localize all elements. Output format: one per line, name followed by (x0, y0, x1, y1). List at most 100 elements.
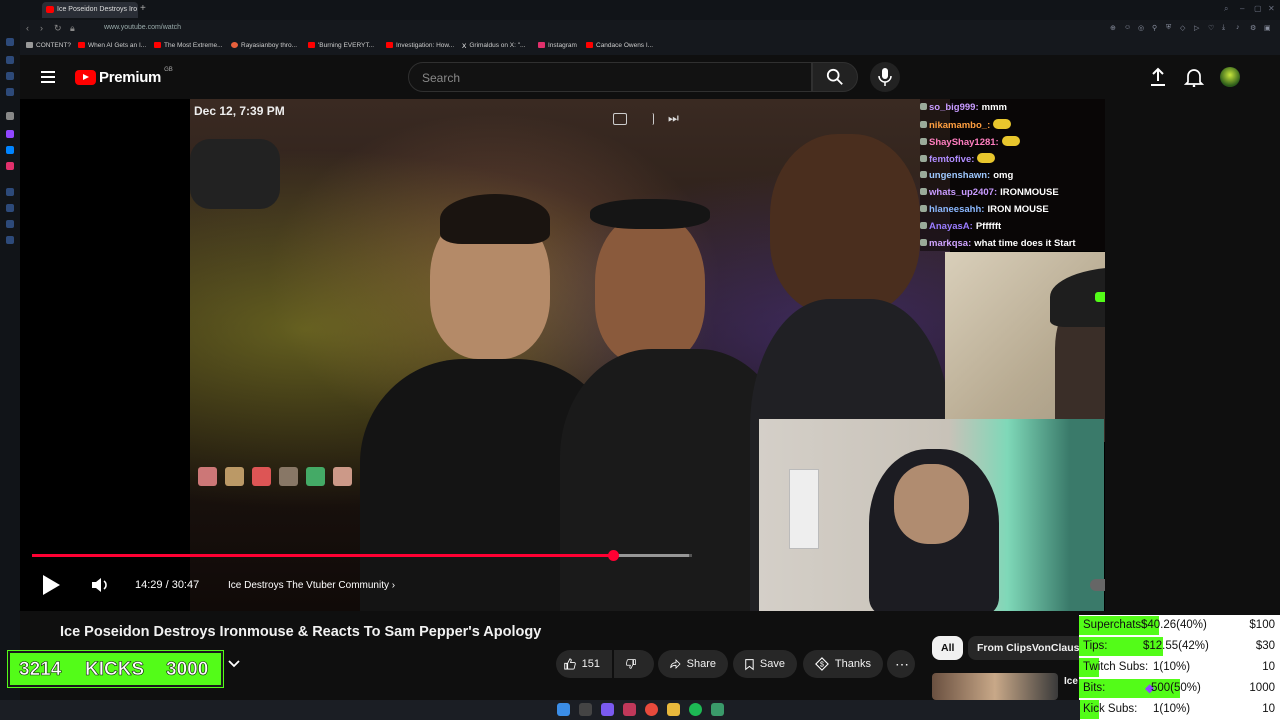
microphone-icon (878, 68, 892, 86)
youtube-logo[interactable]: Premium GB (75, 67, 173, 86)
app-icon[interactable] (623, 703, 636, 716)
filter-chip-channel[interactable]: From ClipsVonClaus (968, 636, 1089, 660)
video-person (770, 134, 920, 314)
like-button[interactable]: 151 (556, 650, 612, 678)
maximize-icon[interactable]: ▢ (1254, 4, 1262, 13)
voice-search-button[interactable] (870, 62, 900, 92)
browser-icon[interactable] (645, 703, 658, 716)
video-progress-bar[interactable] (32, 550, 692, 561)
chat-username: so_big999: (929, 102, 979, 113)
close-icon[interactable]: ✕ (1268, 4, 1275, 13)
bookmark-item[interactable]: Instagram (538, 42, 577, 49)
youtube-favicon-icon (154, 42, 161, 48)
recommended-title[interactable]: Ice (1064, 676, 1078, 687)
bookmark-label: Grimaldus on X: "... (469, 42, 526, 49)
camera-icon[interactable]: ▣ (1264, 24, 1271, 32)
sidebar-app-icon[interactable] (6, 56, 14, 64)
upload-icon[interactable] (1148, 67, 1168, 87)
bookmark-item[interactable]: The Most Extreme... (154, 42, 223, 49)
menu-icon[interactable] (41, 71, 55, 86)
play-icon[interactable] (43, 575, 60, 595)
chat-badge-icon (920, 171, 927, 178)
chevron-down-icon[interactable] (226, 655, 242, 671)
minimize-icon[interactable]: – (1240, 4, 1244, 13)
bookmark-item[interactable]: CONTENT? (26, 42, 71, 49)
extension-icon[interactable]: ⚲ (1152, 24, 1157, 32)
app-icon[interactable] (711, 703, 724, 716)
filter-chip-all[interactable]: All (932, 636, 964, 660)
enter-icon[interactable] (640, 113, 654, 125)
search-button[interactable] (812, 62, 858, 92)
autoplay-toggle[interactable] (1090, 579, 1105, 591)
discord-icon[interactable] (601, 703, 614, 716)
dislike-button[interactable] (614, 650, 654, 678)
url-field[interactable]: www.youtube.com/watch (104, 24, 181, 31)
twitch-icon[interactable] (6, 130, 14, 138)
search-tabs-icon[interactable]: ⌕ (1224, 4, 1228, 14)
chevron-right-icon: › (391, 580, 396, 591)
recommended-thumbnail[interactable] (932, 673, 1058, 700)
skip-icon[interactable]: ⏭ (668, 111, 679, 126)
youtube-favicon-icon (46, 6, 54, 13)
back-icon[interactable]: ‹ (26, 23, 29, 33)
messenger-icon[interactable] (6, 146, 14, 154)
extension-icon[interactable]: ◇ (1180, 24, 1185, 32)
sidebar-app-icon[interactable] (6, 38, 14, 46)
chat-message: whats_up2407: IRONMOUSE (920, 187, 1059, 198)
extension-icon[interactable]: ◎ (1138, 24, 1144, 32)
thanks-label: Thanks (834, 658, 871, 670)
instagram-icon[interactable] (6, 162, 14, 170)
play-extension-icon[interactable]: ▷ (1194, 24, 1199, 32)
download-icon[interactable]: ⤓ (1222, 24, 1225, 32)
bookmark-item[interactable]: X Grimaldus on X: "... (462, 42, 526, 50)
cap-logo-icon (1095, 292, 1105, 302)
search-icon (826, 68, 843, 85)
volume-icon[interactable] (91, 577, 109, 593)
share-button[interactable]: Share (658, 650, 728, 678)
bookmark-item[interactable]: 'Burning EVERYT... (308, 42, 374, 49)
youtube-header: Premium GB Search (20, 55, 1275, 99)
new-tab-icon[interactable]: + (140, 3, 146, 14)
browser-tab[interactable]: Ice Poseidon Destroys Iro (42, 2, 138, 18)
sidebar-app-icon[interactable] (6, 236, 14, 244)
video-player[interactable]: Dec 12, 7:39 PM ⏭ so_big999: mmm nikamambo… (20, 99, 1105, 611)
windows-taskbar (0, 700, 1080, 720)
chapter-button[interactable]: Ice Destroys The Vtuber Community › (228, 580, 395, 591)
more-actions-button[interactable]: ⋯ (887, 650, 915, 678)
spotify-icon[interactable] (689, 703, 702, 716)
bookmark-item[interactable]: Investigation: How... (386, 42, 454, 49)
scrubber-handle[interactable] (607, 550, 619, 561)
forward-icon[interactable]: › (40, 23, 43, 33)
thanks-button[interactable]: $ Thanks (803, 650, 883, 678)
bookmark-item[interactable]: Rayasianboy thro... (231, 42, 297, 49)
popout-icon[interactable] (613, 113, 627, 125)
windows-start-icon[interactable] (557, 703, 570, 716)
webcam-face (894, 464, 969, 544)
sidebar-app-icon[interactable] (6, 88, 14, 96)
sidebar-app-icon[interactable] (6, 204, 14, 212)
stream-chat-overlay: so_big999: mmm nikamambo_: ShayShay1281: fem… (920, 99, 1105, 251)
sidebar-app-icon[interactable] (6, 188, 14, 196)
bookmark-item[interactable]: When AI Gets an I... (78, 42, 146, 49)
search-input[interactable]: Search (408, 62, 812, 92)
audio-icon[interactable]: ♪ (1236, 24, 1240, 31)
notifications-bell-icon[interactable] (1184, 67, 1204, 87)
heart-icon[interactable]: ♡ (1208, 24, 1214, 32)
emote-icon (333, 467, 352, 486)
file-explorer-icon[interactable] (667, 703, 680, 716)
extension-icon[interactable]: ⚙ (1250, 24, 1256, 32)
extension-icon[interactable]: ☺ (1124, 24, 1131, 31)
sidebar-app-icon[interactable] (6, 72, 14, 80)
sidebar-app-icon[interactable] (6, 220, 14, 228)
sidebar-app-icon[interactable] (6, 112, 14, 120)
save-button[interactable]: Save (733, 650, 797, 678)
avatar[interactable] (1220, 67, 1240, 87)
shield-icon[interactable]: ⛨ (1166, 24, 1171, 32)
goal-value: $12.55(42%) (1143, 640, 1209, 652)
zoom-icon[interactable]: ⊕ (1110, 24, 1116, 32)
bookmark-item[interactable]: Candace Owens I... (586, 42, 653, 49)
reload-icon[interactable]: ↻ (54, 23, 62, 34)
bookmark-label: 'Burning EVERYT... (318, 42, 375, 49)
taskbar-search-icon[interactable] (579, 703, 592, 716)
goal-row: Twitch Subs: 1(10%) 10 (1079, 657, 1280, 678)
